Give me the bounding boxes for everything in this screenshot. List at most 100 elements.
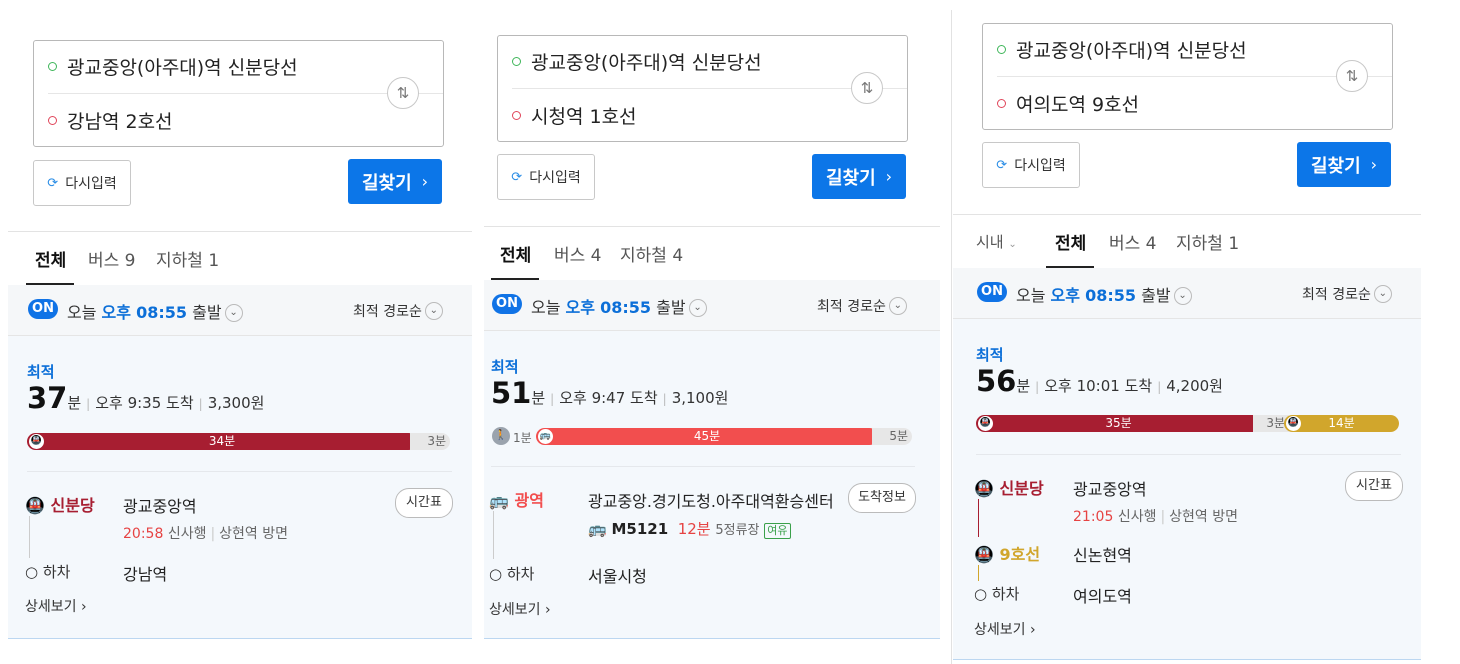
subway-icon: 🚇 <box>978 416 993 431</box>
board-stop: 광교중앙.경기도청.아주대역환승센터 <box>588 492 834 511</box>
route-panel-3: 광교중앙(아주대)역 신분당선 여의도역 9호선 ⇅ ⟳ 다시입력 길찾기 › 시내… <box>953 0 1421 664</box>
bus-icon: 🚌 <box>588 520 612 538</box>
search-route-button[interactable]: 길찾기 › <box>812 154 906 199</box>
swap-icon[interactable]: ⇅ <box>1336 60 1368 92</box>
walk-icon: 🚶 <box>492 427 510 445</box>
chevron-down-icon: ⌄ <box>1173 286 1192 305</box>
alight-stop: 서울시청 <box>588 567 647 586</box>
tab-all[interactable]: 전체 <box>35 246 66 271</box>
reset-button[interactable]: ⟳ 다시입력 <box>33 160 131 206</box>
best-label: 최적 <box>491 358 519 376</box>
board-stop: 광교중앙역 <box>123 497 197 516</box>
refresh-icon: ⟳ <box>996 157 1008 173</box>
route-search-box: 광교중앙(아주대)역 신분당선 시청역 1호선 ⇅ <box>497 35 908 142</box>
circle-icon: ○ <box>489 565 503 583</box>
route-panel-1: 광교중앙(아주대)역 신분당선 강남역 2호선 ⇅ ⟳ 다시입력 길찾기 › 전체 … <box>8 0 472 640</box>
departure-bar: ON 오늘 오후 08:55 출발 ⌄ 최적 경로순 ⌄ <box>953 268 1421 319</box>
swap-icon[interactable]: ⇅ <box>387 77 419 109</box>
alight-stop: 강남역 <box>123 565 168 584</box>
route-search-box: 광교중앙(아주대)역 신분당선 강남역 2호선 ⇅ <box>33 40 444 147</box>
departure-time[interactable]: 오늘 오후 08:55 출발 ⌄ <box>531 294 707 318</box>
segment-bar-walk: 3분 <box>410 433 450 450</box>
tab-all[interactable]: 전체 <box>1055 229 1086 254</box>
route-result-card[interactable]: 최적 37분 | 오후 9:35 도착 | 3,300원 🚇 34분 3분 🚇 신분당 광… <box>8 336 472 639</box>
refresh-icon: ⟳ <box>47 175 59 191</box>
best-label: 최적 <box>27 363 55 381</box>
refresh-icon: ⟳ <box>511 169 523 185</box>
tab-subway[interactable]: 지하철 1 <box>156 246 219 271</box>
origin-field[interactable]: 광교중앙(아주대)역 신분당선 <box>48 53 298 80</box>
alight-label: ○ 하차 <box>25 563 71 581</box>
chevron-down-icon: ⌄ <box>224 303 243 322</box>
line-name: 🚇 신분당 <box>25 496 95 515</box>
tab-bus[interactable]: 버스 4 <box>554 241 602 266</box>
sort-dropdown[interactable]: 최적 경로순 ⌄ <box>353 301 443 321</box>
destination-dot-icon <box>48 116 57 125</box>
alight-label: ○ 하차 <box>974 585 1020 603</box>
departure-bar: ON 오늘 오후 08:55 출발 ⌄ 최적 경로순 ⌄ <box>8 285 472 336</box>
destination-dot-icon <box>512 111 521 120</box>
chevron-right-icon: › <box>544 602 551 618</box>
chevron-right-icon: › <box>1370 155 1378 174</box>
alight-stop: 여의도역 <box>1073 587 1132 606</box>
departure-time[interactable]: 오늘 오후 08:55 출발 ⌄ <box>1016 282 1192 306</box>
route-result-card[interactable]: 최적 51분 | 오후 9:47 도착 | 3,100원 🚶 1분 🚌 45분 5분 🚌 … <box>484 331 940 639</box>
segment-bar-line9: 🚇 14분 <box>1284 415 1399 432</box>
arrival-info-button[interactable]: 도착정보 <box>848 483 916 513</box>
bus-icon: 🚌 <box>489 491 515 510</box>
region-dropdown[interactable]: 시내 ⌄ <box>976 231 1017 252</box>
chevron-down-icon: ⌄ <box>1373 285 1392 303</box>
route-result-card[interactable]: 최적 56분 | 오후 10:01 도착 | 4,200원 🚇 35분 3분 🚇 14분 🚇… <box>953 319 1421 660</box>
tab-subway[interactable]: 지하철 4 <box>620 241 683 266</box>
chevron-down-icon: ⌄ <box>688 298 707 317</box>
seat-status-badge: 여유 <box>764 523 791 539</box>
walk-time: 1분 <box>513 431 532 445</box>
segment-bar-shinbundang: 🚇 35분 <box>976 415 1261 432</box>
route-search-box: 광교중앙(아주대)역 신분당선 여의도역 9호선 ⇅ <box>982 23 1393 130</box>
detail-link[interactable]: 상세보기 › <box>974 619 1036 639</box>
best-label: 최적 <box>976 346 1004 364</box>
swap-icon[interactable]: ⇅ <box>851 72 883 104</box>
bus-icon: 🚌 <box>538 429 553 444</box>
bus-info: 🚌 M5121 12분 5정류장 여유 <box>588 518 791 539</box>
origin-field[interactable]: 광교중앙(아주대)역 신분당선 <box>512 48 762 75</box>
line-name: 🚇 신분당 <box>974 479 1044 498</box>
realtime-on-badge[interactable]: ON <box>977 282 1007 302</box>
route-summary: 56분 | 오후 10:01 도착 | 4,200원 <box>976 364 1223 398</box>
search-route-button[interactable]: 길찾기 › <box>348 159 442 204</box>
timetable-button[interactable]: 시간표 <box>395 488 453 518</box>
subway-icon: 🚇 <box>1286 416 1301 431</box>
realtime-on-badge[interactable]: ON <box>28 299 58 319</box>
chevron-right-icon: › <box>80 599 87 615</box>
timetable-button[interactable]: 시간표 <box>1345 471 1403 501</box>
search-route-button[interactable]: 길찾기 › <box>1297 142 1391 187</box>
transfer-stop: 신논현역 <box>1073 546 1132 565</box>
subway-icon: 🚇 <box>974 545 1000 564</box>
detail-link[interactable]: 상세보기 › <box>25 596 87 616</box>
destination-field[interactable]: 여의도역 9호선 <box>997 90 1139 117</box>
board-stop: 광교중앙역 <box>1073 480 1147 499</box>
tab-bus[interactable]: 버스 4 <box>1109 229 1157 254</box>
destination-field[interactable]: 강남역 2호선 <box>48 107 173 134</box>
tab-subway[interactable]: 지하철 1 <box>1176 229 1239 254</box>
reset-button[interactable]: ⟳ 다시입력 <box>497 154 595 200</box>
alight-label: ○ 하차 <box>489 565 535 583</box>
line-name: 🚌 광역 <box>489 491 544 510</box>
sort-dropdown[interactable]: 최적 경로순 ⌄ <box>1302 284 1392 304</box>
destination-dot-icon <box>997 99 1006 108</box>
chevron-down-icon: ⌄ <box>1008 239 1017 250</box>
sort-dropdown[interactable]: 최적 경로순 ⌄ <box>817 296 907 316</box>
origin-field[interactable]: 광교중앙(아주대)역 신분당선 <box>997 36 1247 63</box>
route-summary: 37분 | 오후 9:35 도착 | 3,300원 <box>27 381 265 415</box>
chevron-right-icon: › <box>885 167 893 186</box>
tab-all[interactable]: 전체 <box>500 241 531 266</box>
transfer-line-name: 🚇 9호선 <box>974 545 1041 564</box>
detail-link[interactable]: 상세보기 › <box>489 599 551 619</box>
destination-field[interactable]: 시청역 1호선 <box>512 102 637 129</box>
realtime-on-badge[interactable]: ON <box>492 294 522 314</box>
reset-button[interactable]: ⟳ 다시입력 <box>982 142 1080 188</box>
departure-time[interactable]: 오늘 오후 08:55 출발 ⌄ <box>67 299 243 323</box>
segment-bar-bus: 🚌 45분 <box>536 428 878 445</box>
tab-bus[interactable]: 버스 9 <box>88 246 136 271</box>
circle-icon: ○ <box>974 585 988 603</box>
